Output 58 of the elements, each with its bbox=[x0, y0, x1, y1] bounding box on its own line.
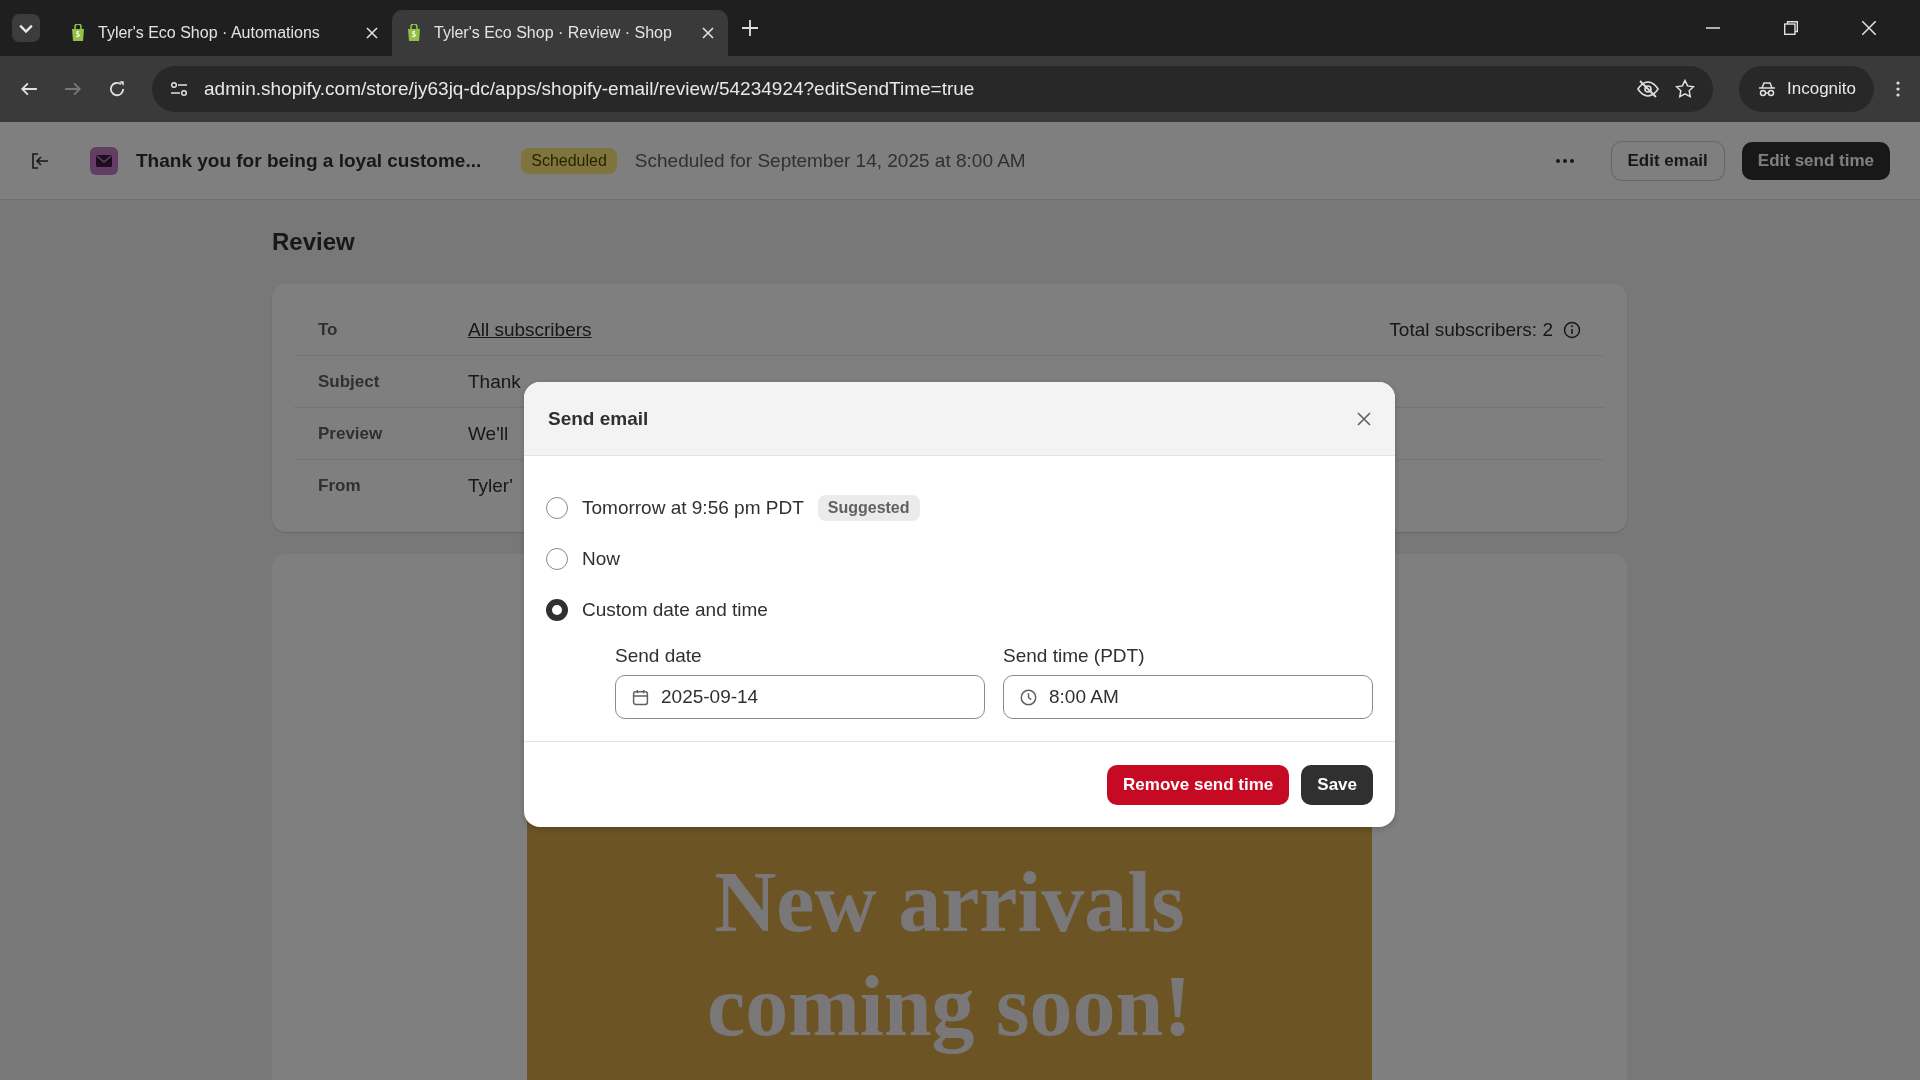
more-options-icon[interactable] bbox=[1896, 81, 1900, 97]
calendar-icon bbox=[632, 688, 649, 706]
forward-icon bbox=[64, 80, 82, 98]
header-button[interactable]: Edit email bbox=[1611, 141, 1724, 180]
back-icon[interactable] bbox=[20, 80, 38, 98]
tab-title: Tyler's Eco Shop · Review · Shop bbox=[434, 24, 673, 42]
field-value: Tyler' bbox=[468, 475, 513, 497]
banner-headline: coming soon! bbox=[707, 957, 1192, 1056]
field-label: Subject bbox=[318, 371, 381, 392]
incognito-icon bbox=[1757, 81, 1777, 97]
site-settings-icon[interactable] bbox=[170, 81, 188, 97]
browser-tab[interactable]: Tyler's Eco Shop · Review · Shop bbox=[392, 10, 728, 56]
field-label: Send time (PDT) bbox=[1003, 645, 1146, 667]
new-tab-icon[interactable] bbox=[742, 20, 758, 36]
email-title: Thank you for being a loyal custome... bbox=[136, 149, 482, 172]
status-badge: Scheduled bbox=[521, 147, 617, 174]
time-field[interactable]: 8:00 AM bbox=[1003, 675, 1373, 719]
recipients-link[interactable]: All subscribers bbox=[468, 318, 592, 341]
radio-button[interactable] bbox=[546, 598, 568, 621]
field-label: To bbox=[318, 319, 339, 340]
field-label: From bbox=[318, 476, 362, 496]
radio-button[interactable] bbox=[546, 496, 568, 519]
clock-icon bbox=[1020, 688, 1037, 706]
page-title: Review bbox=[272, 228, 356, 256]
restore-icon[interactable] bbox=[1784, 21, 1798, 35]
exit-icon[interactable] bbox=[30, 150, 50, 171]
tab-title: Tyler's Eco Shop · Automations bbox=[98, 24, 321, 42]
field-value: Thank bbox=[468, 370, 521, 393]
field-value: We'll bbox=[468, 422, 509, 445]
incognito-button[interactable]: Incognito bbox=[1739, 66, 1874, 112]
schedule-text: Scheduled for September 14, 2025 at 8:00 AM bbox=[634, 149, 1026, 172]
option-label[interactable]: Custom date and time bbox=[582, 598, 768, 621]
star-icon[interactable] bbox=[1675, 79, 1695, 99]
subscriber-count: Total subscribers: 2 bbox=[1389, 318, 1553, 341]
header-button[interactable]: Edit send time bbox=[1741, 141, 1890, 180]
dialog-button[interactable]: Remove send time bbox=[1107, 765, 1290, 805]
field-label: Send date bbox=[615, 645, 703, 667]
option-label[interactable]: Tomorrow at 9:56 pm PDT bbox=[582, 496, 804, 519]
email-icon bbox=[90, 146, 118, 175]
more-options-icon[interactable] bbox=[1555, 158, 1574, 163]
shopping-bag-icon bbox=[70, 24, 86, 42]
date-field[interactable]: 2025-09-14 bbox=[615, 675, 985, 719]
close-icon[interactable] bbox=[1357, 411, 1371, 426]
radio-button[interactable] bbox=[546, 547, 568, 570]
field-label: Preview bbox=[318, 423, 384, 444]
suggested-badge: Suggested bbox=[817, 494, 920, 521]
dialog-button[interactable]: Save bbox=[1301, 765, 1373, 805]
info-icon[interactable] bbox=[1563, 320, 1581, 339]
browser-tab[interactable]: Tyler's Eco Shop · Automations bbox=[56, 10, 392, 56]
eye-off-icon[interactable] bbox=[1637, 80, 1659, 98]
option-label[interactable]: Now bbox=[582, 547, 620, 570]
banner-headline: New arrivals bbox=[714, 853, 1185, 952]
tab-list-icon[interactable] bbox=[12, 14, 40, 42]
dialog-title: Send email bbox=[548, 407, 649, 430]
reload-icon[interactable] bbox=[108, 80, 126, 98]
shopping-bag-icon bbox=[406, 24, 422, 42]
address-bar[interactable]: admin.shopify.com/store/jy63jq-dc/apps/shopify-email/review/54234924?editSendTime=true bbox=[152, 66, 1713, 112]
url-text: admin.shopify.com/store/jy63jq-dc/apps/shopify-email/review/54234924?editSendTime=true bbox=[204, 78, 975, 100]
